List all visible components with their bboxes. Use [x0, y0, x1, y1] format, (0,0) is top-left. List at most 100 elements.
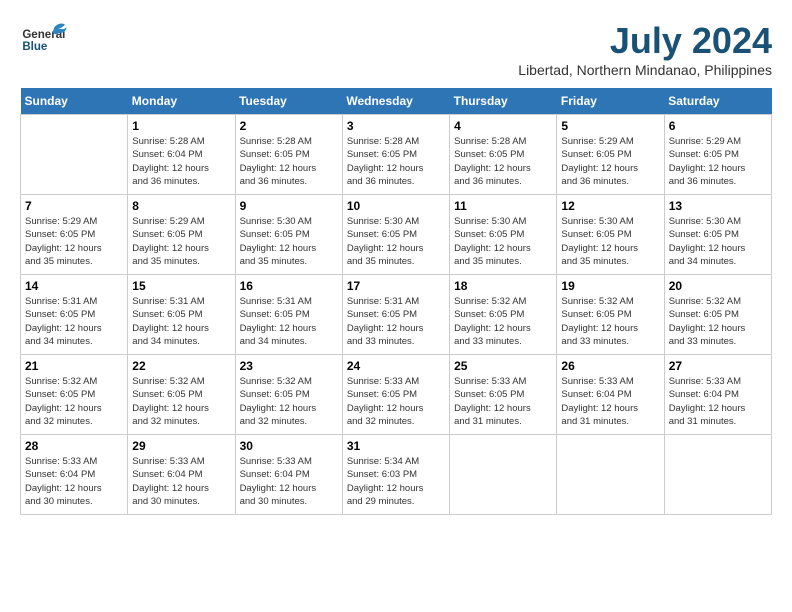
page-subtitle: Libertad, Northern Mindanao, Philippines — [518, 62, 772, 78]
svg-text:Blue: Blue — [22, 41, 48, 53]
day-number: 12 — [561, 199, 659, 213]
calendar-cell: 2Sunrise: 5:28 AM Sunset: 6:05 PM Daylig… — [235, 115, 342, 195]
day-number: 26 — [561, 359, 659, 373]
calendar-cell: 20Sunrise: 5:32 AM Sunset: 6:05 PM Dayli… — [664, 275, 771, 355]
day-info: Sunrise: 5:30 AM Sunset: 6:05 PM Dayligh… — [347, 215, 445, 268]
day-info: Sunrise: 5:28 AM Sunset: 6:05 PM Dayligh… — [454, 135, 552, 188]
calendar-cell — [450, 435, 557, 515]
calendar-cell: 31 Sunrise: 5:34 AM Sunset: 6:03 PM Dayli… — [342, 435, 449, 515]
calendar-header-row: SundayMondayTuesdayWednesdayThursdayFrid… — [21, 88, 772, 115]
calendar-week-row: 28 Sunrise: 5:33 AM Sunset: 6:04 PM Dayli… — [21, 435, 772, 515]
day-number: 10 — [347, 199, 445, 213]
calendar-cell: 23 Sunrise: 5:32 AM Sunset: 6:05 PM Dayli… — [235, 355, 342, 435]
day-info: Sunrise: 5:33 AM Sunset: 6:04 PM Dayligh… — [561, 375, 659, 428]
calendar-cell: 15 Sunrise: 5:31 AM Sunset: 6:05 PM Dayli… — [128, 275, 235, 355]
day-number: 2 — [240, 119, 338, 133]
day-number: 15 — [132, 279, 230, 293]
day-info: Sunrise: 5:29 AM Sunset: 6:05 PM Dayligh… — [132, 215, 230, 268]
day-info: Sunrise: 5:30 AM Sunset: 6:05 PM Dayligh… — [669, 215, 767, 268]
day-info: Sunrise: 5:34 AM Sunset: 6:03 PM Dayligh… — [347, 455, 445, 508]
day-info: Sunrise: 5:33 AM Sunset: 6:04 PM Dayligh… — [240, 455, 338, 508]
calendar-cell — [557, 435, 664, 515]
calendar-cell: 10 Sunrise: 5:30 AM Sunset: 6:05 PM Dayli… — [342, 195, 449, 275]
day-info: Sunrise: 5:31 AM Sunset: 6:05 PM Dayligh… — [132, 295, 230, 348]
day-number: 20 — [669, 279, 767, 293]
day-info: Sunrise: 5:31 AM Sunset: 6:05 PM Dayligh… — [347, 295, 445, 348]
calendar-cell: 17 Sunrise: 5:31 AM Sunset: 6:05 PM Dayli… — [342, 275, 449, 355]
day-info: Sunrise: 5:31 AM Sunset: 6:05 PM Dayligh… — [25, 295, 123, 348]
calendar-cell: 7 Sunrise: 5:29 AM Sunset: 6:05 PM Daylig… — [21, 195, 128, 275]
calendar-cell: 1 Sunrise: 5:28 AM Sunset: 6:04 PM Daylig… — [128, 115, 235, 195]
calendar-cell: 13 Sunrise: 5:30 AM Sunset: 6:05 PM Dayli… — [664, 195, 771, 275]
day-number: 31 — [347, 439, 445, 453]
calendar-cell: 28 Sunrise: 5:33 AM Sunset: 6:04 PM Dayli… — [21, 435, 128, 515]
calendar-cell: 30 Sunrise: 5:33 AM Sunset: 6:04 PM Dayli… — [235, 435, 342, 515]
day-info: Sunrise: 5:32 AM Sunset: 6:05 PM Dayligh… — [454, 295, 552, 348]
day-number: 7 — [25, 199, 123, 213]
day-number: 23 — [240, 359, 338, 373]
calendar-cell: 29Sunrise: 5:33 AM Sunset: 6:04 PM Dayli… — [128, 435, 235, 515]
day-info: Sunrise: 5:29 AM Sunset: 6:05 PM Dayligh… — [669, 135, 767, 188]
logo-icon: General Blue — [20, 20, 70, 60]
calendar-cell: 6 Sunrise: 5:29 AM Sunset: 6:05 PM Daylig… — [664, 115, 771, 195]
day-info: Sunrise: 5:30 AM Sunset: 6:05 PM Dayligh… — [240, 215, 338, 268]
day-number: 29 — [132, 439, 230, 453]
calendar-cell: 12 Sunrise: 5:30 AM Sunset: 6:05 PM Dayli… — [557, 195, 664, 275]
calendar-cell — [21, 115, 128, 195]
day-number: 1 — [132, 119, 230, 133]
day-info: Sunrise: 5:30 AM Sunset: 6:05 PM Dayligh… — [561, 215, 659, 268]
calendar-cell: 5Sunrise: 5:29 AM Sunset: 6:05 PM Daylig… — [557, 115, 664, 195]
day-number: 27 — [669, 359, 767, 373]
calendar-cell: 9Sunrise: 5:30 AM Sunset: 6:05 PM Daylig… — [235, 195, 342, 275]
day-info: Sunrise: 5:29 AM Sunset: 6:05 PM Dayligh… — [25, 215, 123, 268]
logo: General Blue — [20, 20, 70, 60]
day-info: Sunrise: 5:32 AM Sunset: 6:05 PM Dayligh… — [240, 375, 338, 428]
calendar-cell: 22 Sunrise: 5:32 AM Sunset: 6:05 PM Dayli… — [128, 355, 235, 435]
day-number: 11 — [454, 199, 552, 213]
day-of-week-header: Wednesday — [342, 88, 449, 115]
day-number: 22 — [132, 359, 230, 373]
calendar-week-row: 21 Sunrise: 5:32 AM Sunset: 6:05 PM Dayli… — [21, 355, 772, 435]
day-of-week-header: Saturday — [664, 88, 771, 115]
calendar-cell: 14 Sunrise: 5:31 AM Sunset: 6:05 PM Dayli… — [21, 275, 128, 355]
day-info: Sunrise: 5:33 AM Sunset: 6:04 PM Dayligh… — [25, 455, 123, 508]
day-info: Sunrise: 5:31 AM Sunset: 6:05 PM Dayligh… — [240, 295, 338, 348]
day-of-week-header: Monday — [128, 88, 235, 115]
calendar-cell: 27 Sunrise: 5:33 AM Sunset: 6:04 PM Dayli… — [664, 355, 771, 435]
day-number: 30 — [240, 439, 338, 453]
day-info: Sunrise: 5:33 AM Sunset: 6:04 PM Dayligh… — [669, 375, 767, 428]
day-number: 13 — [669, 199, 767, 213]
day-info: Sunrise: 5:33 AM Sunset: 6:05 PM Dayligh… — [347, 375, 445, 428]
day-number: 28 — [25, 439, 123, 453]
day-info: Sunrise: 5:32 AM Sunset: 6:05 PM Dayligh… — [25, 375, 123, 428]
day-number: 14 — [25, 279, 123, 293]
calendar-cell: 24 Sunrise: 5:33 AM Sunset: 6:05 PM Dayli… — [342, 355, 449, 435]
day-info: Sunrise: 5:29 AM Sunset: 6:05 PM Dayligh… — [561, 135, 659, 188]
calendar-week-row: 1 Sunrise: 5:28 AM Sunset: 6:04 PM Daylig… — [21, 115, 772, 195]
day-of-week-header: Thursday — [450, 88, 557, 115]
day-number: 24 — [347, 359, 445, 373]
calendar-cell: 21 Sunrise: 5:32 AM Sunset: 6:05 PM Dayli… — [21, 355, 128, 435]
calendar-week-row: 14 Sunrise: 5:31 AM Sunset: 6:05 PM Dayli… — [21, 275, 772, 355]
day-info: Sunrise: 5:32 AM Sunset: 6:05 PM Dayligh… — [561, 295, 659, 348]
calendar-cell: 26 Sunrise: 5:33 AM Sunset: 6:04 PM Dayli… — [557, 355, 664, 435]
title-area: July 2024 Libertad, Northern Mindanao, P… — [518, 20, 772, 78]
day-number: 16 — [240, 279, 338, 293]
calendar-week-row: 7 Sunrise: 5:29 AM Sunset: 6:05 PM Daylig… — [21, 195, 772, 275]
day-info: Sunrise: 5:28 AM Sunset: 6:05 PM Dayligh… — [347, 135, 445, 188]
day-info: Sunrise: 5:28 AM Sunset: 6:04 PM Dayligh… — [132, 135, 230, 188]
header: General Blue July 2024 Libertad, Norther… — [20, 20, 772, 78]
day-number: 21 — [25, 359, 123, 373]
day-number: 6 — [669, 119, 767, 133]
calendar-cell — [664, 435, 771, 515]
day-number: 4 — [454, 119, 552, 133]
day-number: 8 — [132, 199, 230, 213]
day-info: Sunrise: 5:32 AM Sunset: 6:05 PM Dayligh… — [132, 375, 230, 428]
day-of-week-header: Sunday — [21, 88, 128, 115]
calendar-cell: 3Sunrise: 5:28 AM Sunset: 6:05 PM Daylig… — [342, 115, 449, 195]
day-number: 18 — [454, 279, 552, 293]
day-of-week-header: Tuesday — [235, 88, 342, 115]
day-number: 25 — [454, 359, 552, 373]
day-of-week-header: Friday — [557, 88, 664, 115]
day-number: 17 — [347, 279, 445, 293]
